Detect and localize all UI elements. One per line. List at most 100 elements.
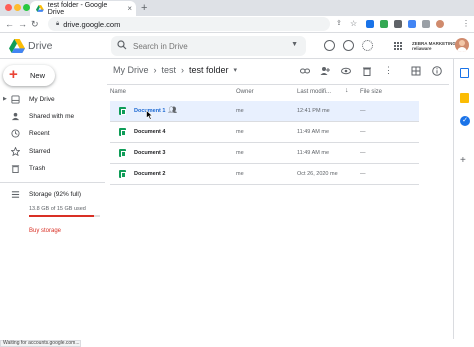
maximize-window-icon[interactable] <box>23 4 30 11</box>
file-modified: 12:41 PM me <box>297 108 330 114</box>
new-tab-button[interactable]: + <box>141 2 147 14</box>
search-input[interactable] <box>133 40 283 52</box>
settings-gear-icon[interactable] <box>362 40 373 51</box>
file-owner: me <box>236 129 244 135</box>
google-sheets-icon <box>119 149 126 157</box>
sidebar-item-label: Recent <box>29 130 50 137</box>
file-owner: me <box>236 108 244 114</box>
trash-icon[interactable] <box>362 66 372 76</box>
storage-progress-bar <box>29 215 100 217</box>
chevron-right-icon: › <box>181 65 185 75</box>
table-row[interactable]: Document 4 me 11:49 AM me — <box>110 122 419 143</box>
column-header-owner[interactable]: Owner <box>236 89 254 95</box>
file-owner: me <box>236 150 244 156</box>
puzzle-icon[interactable] <box>422 20 430 28</box>
extension-icon[interactable] <box>408 20 416 28</box>
address-bar-row: ← → ↻ 🔒︎ drive.google.com ⇪ ☆ ⋮ <box>0 16 474 33</box>
storage-used-text: 13.8 GB of 15 GB used <box>29 206 86 212</box>
url-field[interactable]: 🔒︎ drive.google.com <box>48 17 330 31</box>
calendar-icon[interactable] <box>460 68 469 78</box>
info-icon[interactable] <box>432 66 442 76</box>
table-row[interactable]: Document 3 me 11:49 AM me — <box>110 143 419 164</box>
file-size: — <box>360 150 366 156</box>
reload-icon[interactable]: ↻ <box>31 19 39 30</box>
close-window-icon[interactable] <box>5 4 12 11</box>
file-modified: 11:49 AM me <box>297 129 329 135</box>
file-modified: 11:49 AM me <box>297 150 329 156</box>
trash-icon <box>11 165 20 173</box>
close-tab-icon[interactable]: × <box>127 4 132 13</box>
preview-eye-icon[interactable] <box>341 66 351 76</box>
new-button[interactable]: + New <box>3 65 55 86</box>
file-size: — <box>360 108 366 114</box>
sidebar-item-my-drive[interactable]: ▶ My Drive <box>0 93 105 107</box>
breadcrumb-my-drive[interactable]: My Drive <box>113 65 149 75</box>
extension-icon[interactable] <box>394 20 402 28</box>
extension-icon[interactable] <box>366 20 374 28</box>
sidebar-item-starred[interactable]: Starred <box>0 145 105 159</box>
minimize-window-icon[interactable] <box>14 4 21 11</box>
drive-header: Drive ▼ ZEBRA MARKETING | reliaware <box>0 33 474 59</box>
table-row[interactable]: Document 1 👥︎ me 12:41 PM me — <box>110 101 419 122</box>
avatar[interactable] <box>455 38 469 52</box>
google-sheets-icon <box>119 170 126 178</box>
sidebar-item-shared-with-me[interactable]: Shared with me <box>0 110 105 124</box>
help-icon[interactable] <box>343 40 354 51</box>
file-size: — <box>360 129 366 135</box>
share-page-icon[interactable]: ⇪ <box>336 19 342 27</box>
more-actions-icon[interactable]: ⋮ <box>384 65 393 76</box>
extension-icon[interactable] <box>380 20 388 28</box>
search-bar[interactable]: ▼ <box>111 36 306 56</box>
tasks-icon[interactable]: ✓ <box>460 116 470 126</box>
people-icon <box>11 112 20 121</box>
apps-grid-icon[interactable] <box>394 42 402 50</box>
expand-arrow-icon[interactable]: ▶ <box>3 96 7 102</box>
side-panel: ✓ + <box>453 59 474 339</box>
offline-status-icon[interactable] <box>324 40 335 51</box>
search-icon[interactable] <box>117 40 127 50</box>
column-header-file-size[interactable]: File size <box>360 89 382 95</box>
keep-icon[interactable] <box>460 93 469 103</box>
drive-icon <box>11 95 20 104</box>
shared-people-icon: 👥︎ <box>168 107 177 114</box>
share-person-icon[interactable] <box>320 66 330 76</box>
grid-view-icon[interactable] <box>411 66 421 76</box>
storage-progress-fill <box>29 215 95 217</box>
back-icon[interactable]: ← <box>5 19 14 29</box>
browser-tab[interactable]: test folder - Google Drive × <box>30 1 136 16</box>
bookmark-star-icon[interactable]: ☆ <box>350 19 357 28</box>
add-addon-icon[interactable]: + <box>460 155 466 166</box>
buy-storage-link[interactable]: Buy storage <box>29 228 61 234</box>
table-row[interactable]: Document 2 me Oct 26, 2020 me — <box>110 164 419 185</box>
url-text: drive.google.com <box>63 19 121 29</box>
sort-arrow-icon[interactable]: ↓ <box>345 87 349 94</box>
sidebar-divider <box>0 182 105 183</box>
search-options-icon[interactable]: ▼ <box>291 41 298 48</box>
file-size: — <box>360 171 366 177</box>
get-link-icon[interactable] <box>300 66 310 76</box>
breadcrumb-current-folder[interactable]: test folder <box>189 65 229 75</box>
sidebar-item-recent[interactable]: Recent <box>0 127 105 141</box>
app-name[interactable]: Drive <box>28 40 53 52</box>
sidebar-item-storage[interactable]: Storage (92% full) <box>0 188 105 202</box>
profile-icon[interactable] <box>436 20 444 28</box>
file-name[interactable]: Document 3 <box>134 150 165 156</box>
chevron-down-icon[interactable]: ▾ <box>234 66 238 74</box>
breadcrumb: My Drive › test › test folder ▾ <box>113 65 237 75</box>
browser-tab-bar: test folder - Google Drive × + <box>0 0 474 16</box>
drive-favicon-icon <box>36 5 44 12</box>
forward-icon[interactable]: → <box>18 19 27 29</box>
file-name[interactable]: Document 4 <box>134 129 165 135</box>
column-header-name[interactable]: Name <box>110 89 126 95</box>
sidebar-item-trash[interactable]: Trash <box>0 162 105 176</box>
tab-title: test folder - Google Drive <box>47 1 108 16</box>
star-icon <box>11 147 20 156</box>
mouse-cursor-icon <box>146 110 153 120</box>
column-header-last-modified[interactable]: Last modifi... <box>297 89 331 95</box>
file-name[interactable]: Document 2 <box>134 171 165 177</box>
google-sheets-icon <box>119 128 126 136</box>
menu-kebab-icon[interactable]: ⋮ <box>462 19 470 28</box>
drive-logo-icon[interactable] <box>9 39 25 53</box>
new-button-label: New <box>30 71 46 80</box>
breadcrumb-test[interactable]: test <box>162 65 177 75</box>
